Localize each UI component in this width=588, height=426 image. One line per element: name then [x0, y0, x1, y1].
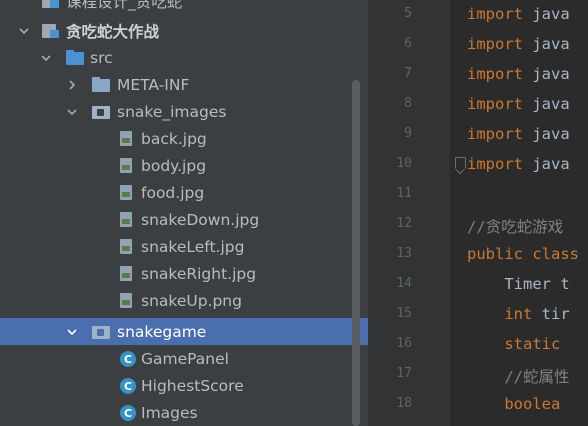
image-file-icon	[120, 131, 132, 146]
code-line: boolea	[467, 395, 561, 413]
tree-item-snake-images[interactable]: snake_images	[0, 98, 368, 125]
line-number: 5	[404, 6, 412, 21]
code-line: import java	[467, 5, 570, 23]
code-comment: //蛇属性	[467, 368, 570, 386]
line-number: 16	[396, 336, 412, 351]
tree-item-src[interactable]: src	[0, 44, 368, 71]
tree-item-label: snakeDown.jpg	[141, 210, 260, 229]
chevron-down-icon[interactable]	[18, 25, 30, 37]
tree-scrollbar[interactable]	[352, 80, 360, 426]
tree-item-label: back.jpg	[141, 129, 207, 148]
tree-item-label: snake_images	[117, 102, 227, 121]
package-icon	[92, 106, 110, 119]
image-file-icon	[120, 158, 132, 173]
code-line: import java	[467, 125, 570, 143]
code-line: import java	[467, 95, 570, 113]
fold-marker-icon[interactable]	[455, 157, 466, 169]
package-icon	[92, 326, 110, 339]
line-number: 7	[404, 66, 412, 81]
line-number: 9	[404, 126, 412, 141]
tree-item-file[interactable]: snakeLeft.jpg	[0, 233, 368, 260]
tree-item-module-snake[interactable]: 贪吃蛇大作战	[0, 17, 368, 44]
tree-item-file[interactable]: body.jpg	[0, 152, 368, 179]
java-class-icon: C	[120, 351, 136, 367]
tree-item-label: food.jpg	[141, 183, 205, 202]
source-folder-icon	[66, 50, 84, 65]
code-line: import java	[467, 35, 570, 53]
tree-item-snakegame[interactable]: snakegame	[0, 318, 368, 345]
module-icon	[42, 0, 60, 8]
tree-item-label: Images	[141, 403, 198, 422]
code-line: public class	[467, 245, 579, 263]
image-file-icon	[120, 212, 132, 227]
line-number: 18	[396, 396, 412, 411]
line-number: 14	[396, 276, 412, 291]
line-number: 11	[396, 186, 412, 201]
tree-item-label: 课程设计_贪吃蛇	[66, 0, 183, 11]
tree-item-label: src	[90, 48, 113, 67]
line-number: 10	[396, 156, 412, 171]
tree-item-label: snakegame	[117, 322, 207, 341]
tree-item-label: body.jpg	[141, 156, 207, 175]
line-number: 15	[396, 306, 412, 321]
line-number: 13	[396, 246, 412, 261]
java-class-icon: C	[120, 378, 136, 394]
line-number: 17	[396, 366, 412, 381]
line-number: 8	[404, 96, 412, 111]
line-number: 12	[396, 216, 412, 231]
tree-item-label: HighestScore	[141, 376, 244, 395]
code-comment: //贪吃蛇游戏	[467, 218, 564, 236]
tree-item-file[interactable]: snakeUp.png	[0, 287, 368, 314]
tree-item-meta-inf[interactable]: META-INF	[0, 71, 368, 98]
tree-item-class[interactable]: C Images	[0, 399, 368, 426]
code-line: import java	[467, 65, 570, 83]
tree-item-label: snakeUp.png	[141, 291, 242, 310]
line-number: 6	[404, 36, 412, 51]
chevron-down-icon[interactable]	[40, 52, 52, 64]
image-file-icon	[120, 239, 132, 254]
code-line: int tir	[467, 305, 570, 323]
tree-item-label: snakeRight.jpg	[141, 264, 257, 283]
tree-item-label: GamePanel	[141, 349, 229, 368]
tree-item-class[interactable]: C GamePanel	[0, 345, 368, 372]
tree-item-file[interactable]: snakeDown.jpg	[0, 206, 368, 233]
tree-item-label: META-INF	[117, 75, 190, 94]
module-icon	[42, 24, 60, 38]
project-tree-panel: 课程设计_贪吃蛇 贪吃蛇大作战 src META-INF snake_image…	[0, 0, 368, 426]
tree-item-label: 贪吃蛇大作战	[66, 22, 160, 41]
tree-item-file[interactable]: back.jpg	[0, 125, 368, 152]
tree-item-module-course[interactable]: 课程设计_贪吃蛇	[0, 0, 368, 14]
code-line: import java	[467, 155, 570, 173]
image-file-icon	[120, 266, 132, 281]
java-class-icon: C	[120, 405, 136, 421]
code-line: Timer t	[467, 275, 570, 293]
tree-item-file[interactable]: food.jpg	[0, 179, 368, 206]
image-file-icon	[120, 185, 132, 200]
chevron-right-icon[interactable]	[66, 79, 78, 91]
editor-gutter	[368, 0, 450, 426]
chevron-down-icon[interactable]	[66, 326, 78, 338]
image-file-icon	[120, 293, 132, 308]
code-line: static	[467, 335, 561, 353]
folder-icon	[92, 77, 110, 92]
chevron-down-icon[interactable]	[66, 106, 78, 118]
tree-item-label: snakeLeft.jpg	[141, 237, 245, 256]
tree-item-class[interactable]: C HighestScore	[0, 372, 368, 399]
tree-item-file[interactable]: snakeRight.jpg	[0, 260, 368, 287]
